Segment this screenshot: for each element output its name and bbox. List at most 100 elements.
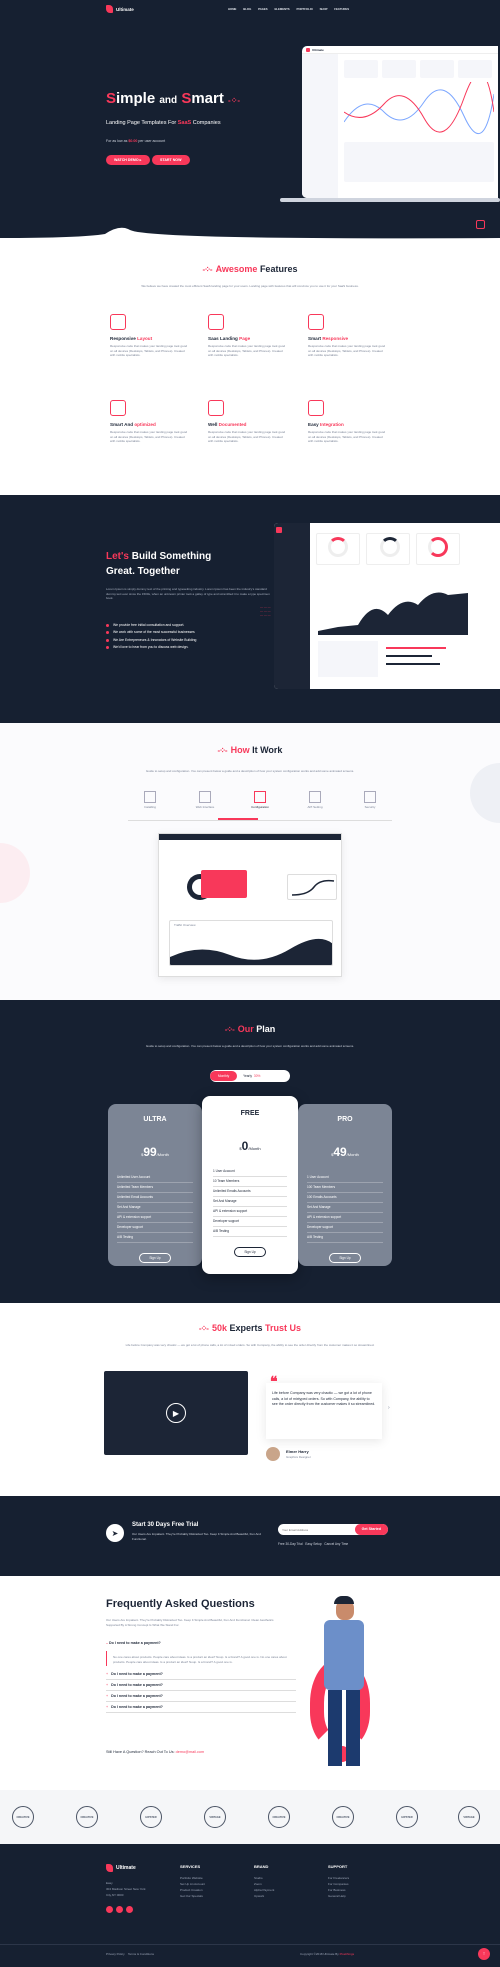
faq-item[interactable]: + Do I need to make a payment? bbox=[106, 1680, 296, 1692]
vintage-logo: VINTAGE bbox=[458, 1806, 480, 1828]
plan-title: -⁘- Our Plan bbox=[224, 1024, 276, 1034]
nav-features[interactable]: FEATURES bbox=[334, 7, 349, 11]
nav-shop[interactable]: SHOP bbox=[320, 7, 328, 11]
faq-item[interactable]: + Do I need to make a payment? bbox=[106, 1691, 296, 1703]
hero-title: Simple and Smart -⁘- bbox=[106, 90, 241, 107]
list-item: We work with some of the most successful… bbox=[106, 630, 296, 634]
instagram-icon[interactable] bbox=[126, 1906, 133, 1913]
feature-card: Well Documented Responsive code that mak… bbox=[208, 400, 288, 444]
nav-blog[interactable]: BLOG bbox=[243, 7, 251, 11]
main-nav: HOME BLOG PAGES ELEMENTS PORTFOLIO SHOP … bbox=[222, 7, 349, 11]
creative-logo: CREATIVE bbox=[268, 1806, 290, 1828]
nav-pages[interactable]: PAGES bbox=[258, 7, 268, 11]
plan-section: -⁘- Our Plan Guide to setup and configura… bbox=[0, 1000, 500, 1303]
testimonial-card: ❝ Life before Company was very chaotic —… bbox=[266, 1373, 382, 1439]
creative-logo: CREATIVE bbox=[76, 1806, 98, 1828]
faq-item[interactable]: + Do I need to make a payment? bbox=[106, 1702, 296, 1714]
creative-logo: CREATIVE bbox=[332, 1806, 354, 1828]
nav-elements[interactable]: ELEMENTS bbox=[274, 7, 289, 11]
watch-demo-button[interactable]: WATCH DEMO ▸ bbox=[106, 155, 150, 165]
features-intro: We believe we have created the most effi… bbox=[141, 284, 359, 288]
social-icons bbox=[106, 1906, 133, 1913]
nav-portfolio[interactable]: PORTFOLIO bbox=[296, 7, 312, 11]
nav-home[interactable]: HOME bbox=[228, 7, 236, 11]
step-configuration[interactable]: Configuration bbox=[238, 791, 282, 817]
security-icon bbox=[364, 791, 376, 803]
plus-icon: + bbox=[106, 1672, 109, 1677]
plan-card-pro: PRO $49/Month 1 User Account 100 Team Mem… bbox=[298, 1104, 392, 1266]
feature-card: Responsive Layout Responsive code that m… bbox=[110, 314, 190, 358]
plus-icon: + bbox=[106, 1694, 109, 1699]
footer-col-brand: BRAND Studio Zoom Alpha Payment Upwork bbox=[254, 1864, 275, 1898]
sign-up-button[interactable]: Sign Up bbox=[139, 1253, 171, 1263]
hipster-logo: HIPSTER bbox=[140, 1806, 162, 1828]
contact-email-link[interactable]: demo@mail.com bbox=[176, 1750, 205, 1754]
start-now-button[interactable]: START NOW bbox=[152, 155, 190, 165]
avatar bbox=[266, 1447, 280, 1461]
step-installing[interactable]: Installing bbox=[128, 791, 172, 817]
facebook-icon[interactable] bbox=[106, 1906, 113, 1913]
plan-intro: Guide to setup and configuration. You ca… bbox=[145, 1044, 355, 1048]
list-item: We Are Entrepreneurs & Innovators of Web… bbox=[106, 638, 296, 642]
feature-card: Easy Integration Responsive code that ma… bbox=[308, 400, 388, 444]
how-section: -⁘- How It Work Guide to setup and config… bbox=[0, 723, 500, 1000]
api-setting-icon bbox=[309, 791, 321, 803]
privacy-policy-link[interactable]: Privacy Policy bbox=[106, 1952, 125, 1956]
copyright: Copyright ©2018 Ultimate By Pixelthings bbox=[300, 1952, 355, 1956]
testimonial-role: Graphics Designer bbox=[286, 1455, 311, 1459]
landing-page-icon bbox=[208, 314, 224, 330]
hero-wave bbox=[0, 227, 500, 240]
faq-item-open[interactable]: – Do I need to make a payment? No one ca… bbox=[106, 1638, 296, 1669]
trial-form: Get Started bbox=[278, 1524, 388, 1535]
footer-col-support: SUPPORT For Freelancers For Companies For … bbox=[328, 1864, 350, 1898]
yearly-toggle[interactable]: Yearly bbox=[243, 1074, 252, 1078]
footer: Ultimate Easy 304 Madison Street New Yor… bbox=[0, 1844, 500, 1967]
email-input[interactable] bbox=[282, 1526, 342, 1533]
build-description: Lorem Ipsum is simply dummy text of the … bbox=[106, 587, 270, 601]
features-section: -⁘- Awesome Features We believe we have c… bbox=[0, 240, 500, 495]
build-section: Let's Build Something Great. Together Lo… bbox=[0, 495, 500, 723]
footer-address: Easy 304 Madison Street New York City,NY… bbox=[106, 1881, 146, 1897]
hero-subtitle: Landing Page Templates For SaaS Companie… bbox=[106, 120, 221, 126]
features-title: -⁘- Awesome Features bbox=[202, 264, 298, 274]
trust-section: -⁘- 50k Experts Trust Us Life before Comp… bbox=[0, 1303, 500, 1496]
build-area-chart bbox=[318, 592, 468, 635]
faq-intro: Our Users Are Impatient. They're Probabl… bbox=[106, 1618, 274, 1627]
logo[interactable]: Ultimate bbox=[106, 5, 134, 13]
build-dashboard-image bbox=[274, 523, 500, 689]
feature-card: Smart Responsive Responsive code that ma… bbox=[308, 314, 388, 358]
terms-link[interactable]: Terms & Conditions bbox=[128, 1952, 154, 1956]
documentation-icon bbox=[208, 400, 224, 416]
play-icon[interactable]: ▶ bbox=[166, 1403, 186, 1423]
step-api-setting[interactable]: API Setting bbox=[293, 791, 337, 817]
faq-list: – Do I need to make a payment? No one ca… bbox=[106, 1638, 296, 1714]
active-step-indicator bbox=[218, 818, 258, 820]
faq-illustration bbox=[300, 1596, 410, 1786]
step-web-interface[interactable]: Web Interface bbox=[183, 791, 227, 817]
responsive-icon bbox=[110, 314, 126, 330]
twitter-icon[interactable] bbox=[116, 1906, 123, 1913]
how-intro: Guide to setup and configuration. You ca… bbox=[145, 769, 355, 773]
faq-item[interactable]: + Do I need to make a payment? bbox=[106, 1669, 296, 1681]
plan-features: Unlimited User Account Unlimited Team Mem… bbox=[108, 1173, 202, 1243]
plan-card-ultra: ULTRA $99/Month Unlimited User Account Un… bbox=[108, 1104, 202, 1266]
hero-price-note: For as low as $0.00 per user account bbox=[106, 139, 166, 143]
dashboard-logo-icon bbox=[306, 47, 310, 52]
step-security[interactable]: Security bbox=[348, 791, 392, 817]
build-bullets: We provide free initial consultation and… bbox=[106, 623, 296, 650]
billing-toggle[interactable]: Monthly Yearly 30% bbox=[210, 1070, 290, 1082]
chevron-right-icon[interactable]: › bbox=[388, 1405, 390, 1411]
scroll-top-icon[interactable]: ↑ bbox=[478, 1948, 490, 1960]
testimonial-name: Elmer Harry bbox=[286, 1449, 309, 1454]
sign-up-button[interactable]: Sign Up bbox=[234, 1247, 266, 1257]
footer-logo[interactable]: Ultimate bbox=[106, 1864, 136, 1872]
monthly-toggle[interactable]: Monthly bbox=[210, 1071, 238, 1081]
sign-up-button[interactable]: Sign Up bbox=[329, 1253, 361, 1263]
faq-contact: Still Have A Question? Reach Out To Us: … bbox=[106, 1750, 205, 1754]
faq-title: Frequently Asked Questions bbox=[106, 1598, 255, 1610]
testimonial-video[interactable]: ▶ bbox=[104, 1371, 248, 1455]
smart-responsive-icon bbox=[308, 314, 324, 330]
list-item: We'd love to hear from you to discuss we… bbox=[106, 645, 296, 649]
get-started-button[interactable]: Get Started bbox=[354, 1524, 388, 1535]
footer-links: Privacy Policy Terms & Conditions bbox=[106, 1952, 154, 1956]
